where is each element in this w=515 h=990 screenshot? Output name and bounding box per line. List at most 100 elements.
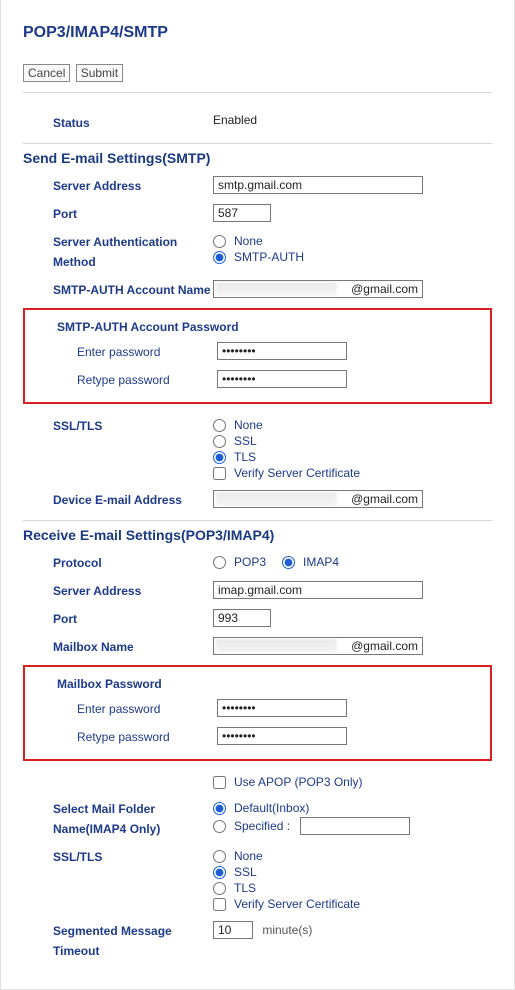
send-ssl-none-label: None — [234, 418, 263, 432]
cancel-button[interactable]: Cancel — [23, 64, 70, 82]
mailbox-name-suffix: @gmail.com — [351, 639, 418, 653]
send-ssl-ssl-label: SSL — [234, 434, 257, 448]
recv-port-input[interactable] — [213, 609, 271, 627]
recv-ssl-row: SSL/TLS None SSL TLS Verify Server Certi… — [23, 843, 492, 917]
device-email-input[interactable]: @gmail.com — [213, 490, 423, 508]
mailbox-name-label: Mailbox Name — [23, 637, 213, 657]
smtp-enterpw-input[interactable] — [217, 342, 347, 360]
recv-ssl-tls-radio[interactable] — [213, 882, 226, 895]
folder-specified-input[interactable] — [300, 817, 410, 835]
send-port-row: Port — [23, 200, 492, 228]
redacted-blur — [216, 492, 337, 506]
send-ssl-row: SSL/TLS None SSL TLS Verify Server Certi… — [23, 412, 492, 486]
send-port-input[interactable] — [213, 204, 271, 222]
protocol-row: Protocol POP3 IMAP4 — [23, 549, 492, 577]
recv-ssl-none-label: None — [234, 849, 263, 863]
recv-port-row: Port — [23, 605, 492, 633]
device-email-label: Device E-mail Address — [23, 490, 213, 510]
folder-specified-label: Specified : — [234, 819, 290, 833]
action-buttons: Cancel Submit — [23, 64, 492, 82]
smtp-account-row: SMTP-AUTH Account Name @gmail.com — [23, 276, 492, 304]
auth-smtpauth-radio[interactable] — [213, 251, 226, 264]
smtp-retypepw-input[interactable] — [217, 370, 347, 388]
mailbox-enterpw-label: Enter password — [27, 699, 217, 719]
smtp-password-box: SMTP-AUTH Account Password Enter passwor… — [23, 308, 492, 404]
folder-default-radio[interactable] — [213, 802, 226, 815]
protocol-pop3-radio[interactable] — [213, 556, 226, 569]
smtp-password-heading: SMTP-AUTH Account Password — [27, 316, 488, 338]
submit-button[interactable]: Submit — [76, 64, 123, 82]
use-apop-label: Use APOP (POP3 Only) — [234, 775, 363, 789]
recv-verify-cert-label: Verify Server Certificate — [234, 897, 360, 911]
page-title: POP3/IMAP4/SMTP — [23, 24, 492, 42]
auth-none-label: None — [234, 234, 263, 248]
receive-heading: Receive E-mail Settings(POP3/IMAP4) — [23, 520, 492, 549]
divider — [23, 92, 492, 93]
smtp-account-label: SMTP-AUTH Account Name — [23, 280, 213, 300]
send-verify-cert-checkbox[interactable] — [213, 467, 226, 480]
mailbox-retypepw-row: Retype password — [27, 723, 488, 751]
mailbox-name-input[interactable]: @gmail.com — [213, 637, 423, 655]
redacted-blur — [216, 282, 337, 296]
send-ssl-tls-radio[interactable] — [213, 451, 226, 464]
redacted-blur — [216, 639, 337, 653]
timeout-unit: minute(s) — [262, 923, 312, 937]
recv-ssl-none-radio[interactable] — [213, 850, 226, 863]
timeout-row: Segmented Message Timeout minute(s) — [23, 917, 492, 965]
send-verify-cert-label: Verify Server Certificate — [234, 466, 360, 480]
recv-ssl-ssl-radio[interactable] — [213, 866, 226, 879]
recv-port-label: Port — [23, 609, 213, 629]
timeout-label: Segmented Message Timeout — [23, 921, 213, 961]
apop-row: Use APOP (POP3 Only) — [23, 769, 492, 795]
recv-server-label: Server Address — [23, 581, 213, 601]
recv-ssl-label: SSL/TLS — [23, 847, 213, 867]
protocol-imap4-label: IMAP4 — [303, 555, 339, 569]
smtp-enterpw-row: Enter password — [27, 338, 488, 366]
mailbox-retypepw-input[interactable] — [217, 727, 347, 745]
smtp-retypepw-row: Retype password — [27, 366, 488, 394]
folder-specified-radio[interactable] — [213, 820, 226, 833]
recv-verify-cert-checkbox[interactable] — [213, 898, 226, 911]
send-ssl-ssl-radio[interactable] — [213, 435, 226, 448]
protocol-pop3-label: POP3 — [234, 555, 266, 569]
recv-ssl-ssl-label: SSL — [234, 865, 257, 879]
send-port-label: Port — [23, 204, 213, 224]
send-server-label: Server Address — [23, 176, 213, 196]
timeout-input[interactable] — [213, 921, 253, 939]
send-server-row: Server Address — [23, 172, 492, 200]
recv-server-input[interactable] — [213, 581, 423, 599]
mailbox-name-row: Mailbox Name @gmail.com — [23, 633, 492, 661]
protocol-imap4-radio[interactable] — [282, 556, 295, 569]
status-row: Status Enabled — [23, 109, 492, 137]
send-ssl-none-radio[interactable] — [213, 419, 226, 432]
smtp-enterpw-label: Enter password — [27, 342, 217, 362]
mailbox-password-box: Mailbox Password Enter password Retype p… — [23, 665, 492, 761]
send-ssl-tls-label: TLS — [234, 450, 256, 464]
device-email-row: Device E-mail Address @gmail.com — [23, 486, 492, 514]
use-apop-checkbox[interactable] — [213, 776, 226, 789]
status-value: Enabled — [213, 113, 492, 127]
send-auth-row: Server Authentication Method None SMTP-A… — [23, 228, 492, 276]
recv-server-row: Server Address — [23, 577, 492, 605]
folder-default-label: Default(Inbox) — [234, 801, 309, 815]
send-ssl-label: SSL/TLS — [23, 416, 213, 436]
send-server-input[interactable] — [213, 176, 423, 194]
folder-row: Select Mail Folder Name(IMAP4 Only) Defa… — [23, 795, 492, 843]
mailbox-enterpw-row: Enter password — [27, 695, 488, 723]
smtp-retypepw-label: Retype password — [27, 370, 217, 390]
settings-form: POP3/IMAP4/SMTP Cancel Submit Status Ena… — [0, 0, 515, 990]
device-email-suffix: @gmail.com — [351, 492, 418, 506]
send-auth-label: Server Authentication Method — [23, 232, 213, 272]
mailbox-retypepw-label: Retype password — [27, 727, 217, 747]
protocol-label: Protocol — [23, 553, 213, 573]
mailbox-enterpw-input[interactable] — [217, 699, 347, 717]
send-heading: Send E-mail Settings(SMTP) — [23, 143, 492, 172]
smtp-account-input[interactable]: @gmail.com — [213, 280, 423, 298]
status-label: Status — [23, 113, 213, 133]
auth-none-radio[interactable] — [213, 235, 226, 248]
mailbox-password-heading: Mailbox Password — [27, 673, 488, 695]
smtp-account-suffix: @gmail.com — [351, 282, 418, 296]
folder-label: Select Mail Folder Name(IMAP4 Only) — [23, 799, 213, 839]
auth-smtpauth-label: SMTP-AUTH — [234, 250, 304, 264]
recv-ssl-tls-label: TLS — [234, 881, 256, 895]
